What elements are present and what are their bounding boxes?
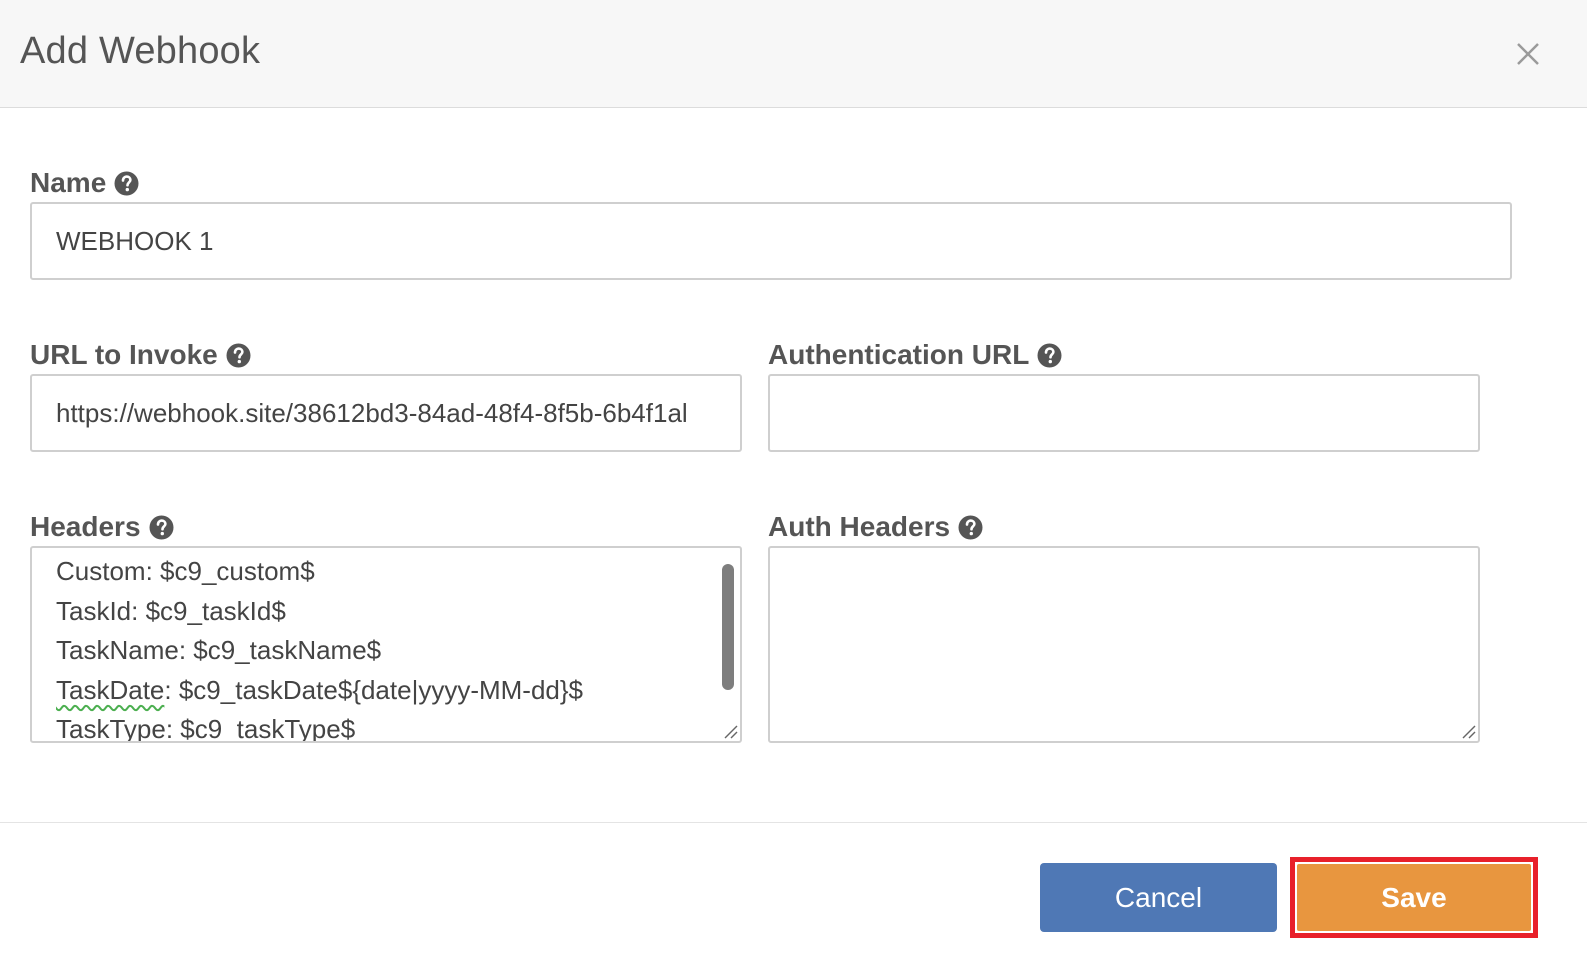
question-circle-icon[interactable]: [1037, 343, 1062, 368]
dialog-header: Add Webhook: [0, 0, 1587, 108]
auth-headers-label-text: Auth Headers: [768, 511, 951, 542]
name-input[interactable]: [30, 202, 1512, 280]
question-circle-icon[interactable]: [958, 515, 983, 540]
name-label-text: Name: [30, 167, 107, 198]
header-line: TaskId: $c9_taskId$: [56, 595, 286, 626]
footer-divider: [0, 822, 1587, 823]
add-webhook-dialog: Add Webhook Name URL to Invoke: [0, 0, 1587, 967]
url-to-invoke-label-text: URL to Invoke: [30, 339, 218, 370]
name-label: Name: [30, 163, 139, 203]
question-circle-icon[interactable]: [114, 171, 139, 196]
cancel-button[interactable]: Cancel: [1040, 863, 1277, 932]
headers-textarea[interactable]: Custom: $c9_custom$ TaskId: $c9_taskId$ …: [30, 546, 742, 743]
authentication-url-input[interactable]: [768, 374, 1480, 452]
authentication-url-label: Authentication URL: [768, 335, 1062, 375]
header-line-rest: : $c9_taskDate${date|yyyy-MM-dd}$: [164, 674, 584, 705]
auth-headers-textarea[interactable]: [768, 546, 1480, 743]
url-to-invoke-label: URL to Invoke: [30, 335, 251, 375]
headers-label: Headers: [30, 507, 174, 547]
close-icon[interactable]: [1508, 34, 1548, 74]
header-line: TaskDate: $c9_taskDate${date|yyyy-MM-dd}…: [56, 671, 710, 711]
save-button[interactable]: Save: [1297, 864, 1531, 931]
authentication-url-label-text: Authentication URL: [768, 339, 1030, 370]
question-circle-icon[interactable]: [226, 343, 251, 368]
headers-content: Custom: $c9_custom$ TaskId: $c9_taskId$ …: [56, 552, 710, 743]
header-line: Custom: $c9_custom$: [56, 556, 315, 586]
dialog-title: Add Webhook: [20, 30, 261, 72]
question-circle-icon[interactable]: [149, 515, 174, 540]
url-to-invoke-input[interactable]: [30, 374, 742, 452]
auth-headers-label: Auth Headers: [768, 507, 983, 547]
headers-label-text: Headers: [30, 511, 141, 542]
header-line: TaskName: $c9_taskName$: [56, 635, 382, 665]
resize-grip-icon[interactable]: [1460, 723, 1476, 739]
spellcheck-word: TaskDate: [56, 674, 165, 705]
scrollbar-thumb[interactable]: [722, 564, 734, 690]
resize-grip-icon[interactable]: [722, 723, 738, 739]
header-line: TaskType: $c9_taskType$: [56, 714, 356, 743]
